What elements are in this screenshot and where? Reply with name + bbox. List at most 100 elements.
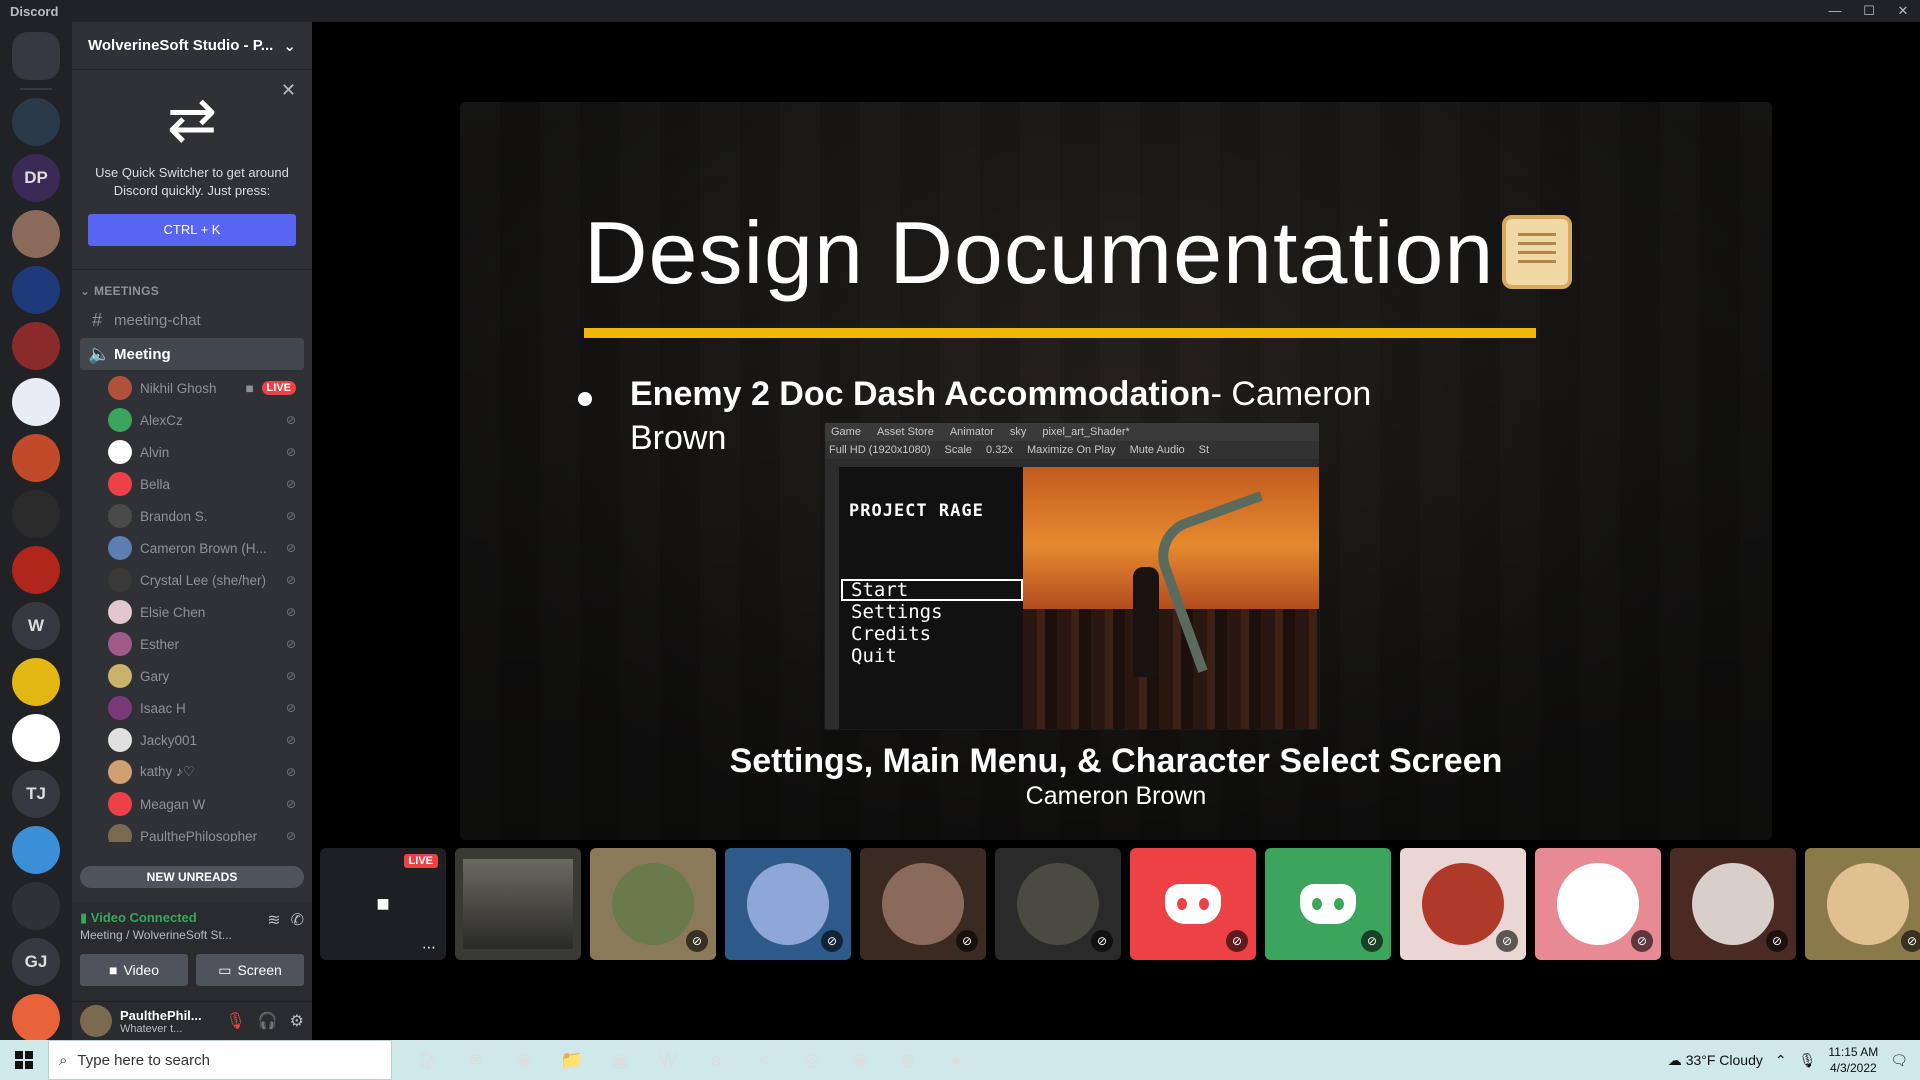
voice-channel-meeting[interactable]: 🔈 Meeting [80,338,304,370]
voice-user[interactable]: Jacky001 ⊘ [108,724,296,756]
game-main-menu: PROJECT RAGE Start Settings Credits Quit [839,467,1023,729]
quick-switcher-button[interactable]: CTRL + K [88,214,296,246]
unity-tab: Animator [949,426,994,438]
server-icon[interactable] [12,378,60,426]
server-icon[interactable]: TJ [12,770,60,818]
unity-toolbar-item: Mute Audio [1129,444,1185,456]
chrome-icon[interactable]: ◍ [884,1040,932,1080]
voice-user[interactable]: kathy ♪♡ ⊘ [108,756,296,788]
edge-icon[interactable]: e [692,1040,740,1080]
participant-tile[interactable]: ⊘ [590,848,716,960]
voice-user[interactable]: Crystal Lee (she/her) ⊘ [108,564,296,596]
shared-screen[interactable]: Design Documentation Enemy 2 Doc Dash Ac… [460,102,1772,840]
participant-tile[interactable]: ⊘ [1670,848,1796,960]
title-underline [584,328,1536,338]
quick-switcher-tip: ✕ ⇄ Use Quick Switcher to get around Dis… [72,70,312,270]
disconnect-icon[interactable]: ✆ [291,910,304,930]
mail-icon[interactable]: ✉ [452,1040,500,1080]
store-icon[interactable]: 🛍 [404,1040,452,1080]
server-icon[interactable] [12,882,60,930]
participant-tile[interactable]: LIVE ■ ⋯ [320,848,446,960]
participant-tile[interactable]: ⊘ [860,848,986,960]
server-icon[interactable]: W [12,602,60,650]
voice-user[interactable]: Elsie Chen ⊘ [108,596,296,628]
voice-user-name: PaulthePhilosopher [140,828,258,843]
participant-tile[interactable]: ⊘ [1805,848,1920,960]
close-icon[interactable]: ✕ [281,80,296,101]
participant-tile[interactable]: ⊘ [725,848,851,960]
voice-user[interactable]: AlexCz ⊘ [108,404,296,436]
new-unreads-button[interactable]: NEW UNREADS [80,866,304,888]
server-icon[interactable] [12,994,60,1040]
server-icon[interactable] [12,490,60,538]
voice-user[interactable]: Gary ⊘ [108,660,296,692]
avatar[interactable] [80,1005,112,1037]
muted-mic-icon: ⊘ [285,541,296,555]
server-icon[interactable] [12,322,60,370]
participant-tile[interactable] [455,848,581,960]
maximize-button[interactable]: ☐ [1852,0,1886,22]
server-icon[interactable]: GJ [12,938,60,986]
server-icon[interactable] [12,826,60,874]
participant-tile[interactable]: ⊘ [995,848,1121,960]
voice-user[interactable]: Cameron Brown (H... ⊘ [108,532,296,564]
voice-user[interactable]: Alvin ⊘ [108,436,296,468]
word-icon[interactable]: W [644,1040,692,1080]
voice-user[interactable]: PaulthePhilosopher ⊘ [108,820,296,842]
user-panel: PaulthePhil... Whatever t... 🎙 🎧 ⚙ [72,1002,312,1040]
windows-start-button[interactable] [0,1040,48,1080]
voice-user[interactable]: Brandon S. ⊘ [108,500,296,532]
clock[interactable]: 11:15 AM 4/3/2022 [1828,1044,1878,1076]
voice-user[interactable]: Isaac H ⊘ [108,692,296,724]
screen-share-button[interactable]: ▭ Screen [196,954,304,986]
category-meetings[interactable]: ⌄ MEETINGS [72,270,312,302]
office-icon[interactable]: ▣ [596,1040,644,1080]
chevron-up-icon[interactable]: ⌃ [1775,1052,1787,1069]
voice-status[interactable]: ▮ Video Connected [80,910,232,926]
server-icon[interactable] [12,98,60,146]
voice-user[interactable]: Bella ⊘ [108,468,296,500]
vscode-icon[interactable]: ≺ [740,1040,788,1080]
participant-tile[interactable]: ⊘ [1130,848,1256,960]
server-icon[interactable] [12,714,60,762]
voice-user[interactable]: Nikhil Ghosh ■ LIVE [108,372,296,404]
obs-icon[interactable]: ● [932,1040,980,1080]
server-icon[interactable] [12,434,60,482]
server-icon[interactable]: DP [12,154,60,202]
discord-icon[interactable]: ◎ [788,1040,836,1080]
unity-tabs: Game Asset Store Animator sky pixel_art_Shad… [825,423,1319,441]
muted-mic-icon: ⊘ [285,797,296,811]
guild-header[interactable]: WolverineSoft Studio - P... ⌄ [72,22,312,70]
minimize-button[interactable]: — [1818,0,1852,22]
voice-user-name: Esther [140,636,180,652]
more-icon[interactable]: ⋯ [422,939,436,956]
gear-icon[interactable]: ⚙ [290,1011,304,1031]
voice-user[interactable]: Meagan W ⊘ [108,788,296,820]
app-icon[interactable]: ◉ [836,1040,884,1080]
avatar [108,440,132,464]
server-icon[interactable] [12,546,60,594]
participant-tile[interactable]: ⊘ [1535,848,1661,960]
mute-icon[interactable]: 🎙 [225,1011,245,1031]
noise-suppression-icon[interactable]: ≋ [267,910,280,930]
taskbar-search[interactable]: ⌕ Type here to search [48,1040,392,1080]
discord-logo-icon [1165,884,1221,924]
voice-user[interactable]: Esther ⊘ [108,628,296,660]
close-button[interactable]: ✕ [1886,0,1920,22]
server-icon[interactable] [12,658,60,706]
window-titlebar: Discord — ☐ ✕ [0,0,1920,22]
microphone-icon[interactable]: 🎙 [1799,1052,1817,1069]
app-icon[interactable]: ◉ [500,1040,548,1080]
video-button[interactable]: ■ Video [80,954,188,986]
server-icon[interactable] [12,266,60,314]
weather-widget[interactable]: ☁ 33°F Cloudy [1668,1052,1763,1069]
headphones-icon[interactable]: 🎧 [258,1011,278,1031]
server-icon[interactable] [12,210,60,258]
channel-meeting-chat[interactable]: # meeting-chat [80,304,304,336]
notification-icon[interactable]: 🗨 [1890,1052,1908,1069]
participant-tile[interactable]: ⊘ [1265,848,1391,960]
signal-icon: ▮ [80,910,91,925]
folder-icon[interactable]: 📁 [548,1040,596,1080]
participant-tile[interactable]: ⊘ [1400,848,1526,960]
home-button[interactable] [12,32,60,80]
